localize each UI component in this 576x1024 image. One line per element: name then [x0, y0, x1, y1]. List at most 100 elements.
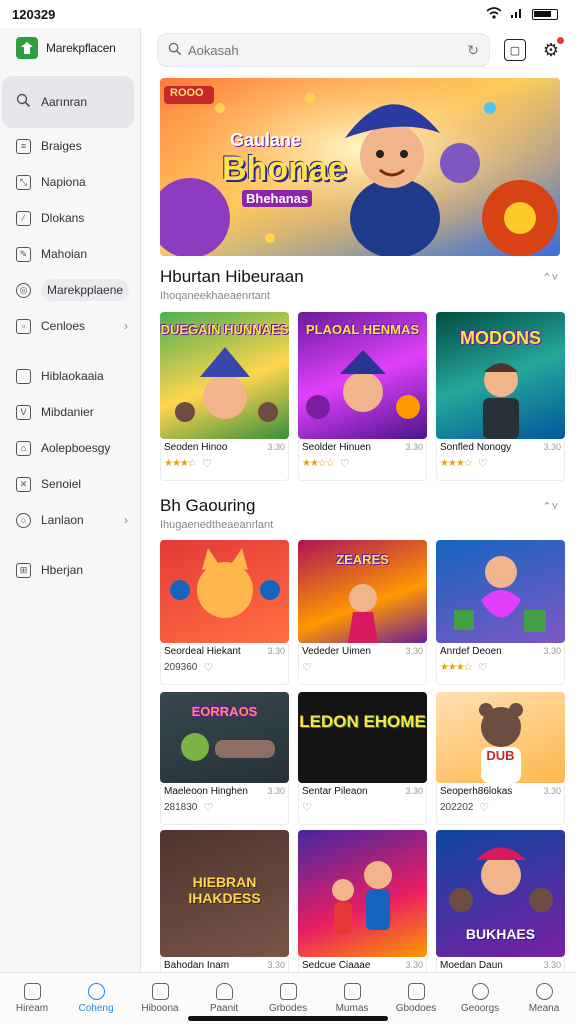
card-meta: Maeleoon Hinghen 3.30 281830 ♡ — [160, 783, 289, 825]
sidebar-item-hiblaokaaia[interactable]: Hiblaokaaia — [0, 358, 140, 394]
battery-icon — [532, 8, 558, 20]
card-meta: Sonfled Nonogy 3.30 ★★★☆ ♡ — [436, 439, 565, 481]
game-card[interactable]: EORRAOS Maeleoon Hinghen 3.30 281830 ♡ — [160, 692, 289, 825]
game-card[interactable]: LEDON EHOME Sentar Pileaon 3.30 ♡ — [298, 692, 427, 825]
sidebar-item-cenloes[interactable]: ▫ Cenloes › — [0, 308, 140, 344]
game-thumbnail: BUKHAES — [436, 830, 565, 957]
sidebar-item-search[interactable]: Aarınran — [2, 76, 134, 128]
sidebar-item-label: Napiona — [41, 175, 86, 189]
heart-icon[interactable]: ♡ — [302, 661, 312, 674]
store-logo-icon — [16, 37, 38, 59]
brand[interactable]: Marekpflacen — [0, 28, 140, 68]
game-name: Sentar Pileaon — [302, 786, 368, 797]
sidebar-item-mibdanier[interactable]: V Mibdanier — [0, 394, 140, 430]
nav-divider — [0, 344, 140, 358]
game-card[interactable]: Seordeal Hiekant 3.30 209360 ♡ — [160, 540, 289, 685]
game-name: Anrdef Deoen — [440, 646, 502, 657]
sidebar-item-dlokans[interactable]: ⁄ Dlokans — [0, 200, 140, 236]
tab-hiboona[interactable]: Hiboona — [128, 973, 192, 1024]
rating-stars: ★★☆☆ — [302, 458, 335, 469]
square-icon — [16, 368, 31, 384]
game-name: Vededer Uimen — [302, 646, 371, 657]
heart-icon[interactable]: ♡ — [479, 801, 489, 814]
game-downloads: 281830 — [164, 802, 198, 813]
game-card[interactable]: BUKHAES Moedan Daun 3.30 — [436, 830, 565, 972]
game-size: 3.30 — [543, 442, 561, 452]
tab-label: Hiboona — [141, 1003, 179, 1014]
image-icon — [151, 983, 169, 1000]
refresh-icon[interactable]: ↻ — [467, 42, 479, 59]
table-icon: ⊞ — [16, 562, 31, 578]
game-card[interactable]: MODONS Sonfled Nonogy 3.30 ★★★☆ ♡ — [436, 312, 565, 481]
tab-meana[interactable]: Meana — [512, 973, 576, 1024]
sidebar-item-lanlaon[interactable]: ○ Lanlaon › — [0, 502, 140, 538]
edit-icon: ⁄ — [16, 210, 31, 226]
game-name: Maeleoon Hinghen — [164, 786, 248, 797]
status-icons — [486, 6, 558, 22]
hero-title: Bhonae — [222, 150, 347, 188]
game-name: Moedan Daun — [440, 960, 503, 971]
game-card[interactable]: DUEGAIN HUNNAES Seoden Hinoo 3.30 ★★★☆ ♡ — [160, 312, 289, 481]
game-card[interactable]: HIEBRAN IHAKDESS Bahodan Inam 3.30 — [160, 830, 289, 972]
section-subtitle: Ihoqaneekhaeaenrtant — [160, 290, 271, 302]
home-icon: ⌂ — [16, 440, 31, 456]
sidebar-item-hberjan[interactable]: ⊞ Hberjan — [0, 552, 140, 588]
sidebar-item-label: Cenloes — [41, 319, 86, 333]
section-expand-icon[interactable]: ⌃˅ — [542, 271, 558, 284]
game-card[interactable]: DUB Seoperh86lokas 3.30 202202 ♡ — [436, 692, 565, 825]
search-input[interactable] — [188, 42, 462, 58]
game-size: 3.30 — [405, 442, 423, 452]
game-thumbnail: MODONS — [436, 312, 565, 439]
sidebar-item-senoiel[interactable]: ✕ Senoiel — [0, 466, 140, 502]
game-card[interactable]: Anrdef Deoen 3.30 ★★★☆ ♡ — [436, 540, 565, 685]
main-content: ROOO Gaulane Bhonae Bhehanas Hburtan Hib… — [141, 72, 576, 972]
sidebar-item-marketplace[interactable]: ◎ Marekpplaene — [0, 272, 140, 308]
game-card[interactable]: ZEARES Vededer Uimen 3.30 ♡ — [298, 540, 427, 685]
game-card[interactable]: Sedcue Ciaaae 3.30 — [298, 830, 427, 972]
card-meta: Seolder Hinuen 3.30 ★★☆☆ ♡ — [298, 439, 427, 481]
card-meta: Moedan Daun 3.30 — [436, 957, 565, 972]
game-card[interactable]: PLAOAL HENMAS Seolder Hinuen 3.30 ★★☆☆ ♡ — [298, 312, 427, 481]
card-meta: Anrdef Deoen 3.30 ★★★☆ ♡ — [436, 643, 565, 685]
thumbnail-title: LEDON EHOME — [299, 712, 426, 731]
thumbnail-title: BUKHAES — [465, 926, 536, 942]
circle-icon: ○ — [16, 512, 31, 528]
tab-label: Gbodoes — [395, 1003, 437, 1014]
notification-dot — [557, 37, 564, 44]
sidebar-item-napiona[interactable]: ⤡ Napiona — [0, 164, 140, 200]
sidebar-item-label: Senoiel — [41, 477, 82, 491]
sidebar-item-aolepboesgy[interactable]: ⌂ Aolepboesgy — [0, 430, 140, 466]
game-thumbnail: LEDON EHOME — [298, 692, 427, 783]
heart-icon[interactable]: ♡ — [202, 457, 212, 470]
section-expand-icon[interactable]: ⌃˅ — [542, 500, 558, 513]
sidebar-item-braiges[interactable]: ≡ Braiges — [0, 128, 140, 164]
tab-gbodoes[interactable]: Gbodoes — [384, 973, 448, 1024]
sidebar-item-mahoian[interactable]: ✎ Mahoian — [0, 236, 140, 272]
settings-button[interactable]: ⚙ — [540, 37, 564, 61]
heart-icon[interactable]: ♡ — [203, 661, 213, 674]
tab-coheng[interactable]: Coheng — [64, 973, 128, 1024]
game-size: 3.30 — [543, 786, 561, 796]
search-bar[interactable]: ↻ — [157, 33, 490, 67]
game-thumbnail — [436, 540, 565, 643]
heart-icon[interactable]: ♡ — [302, 801, 312, 814]
status-time: 120329 — [12, 6, 56, 22]
heart-icon[interactable]: ♡ — [203, 801, 213, 814]
tab-geoorgs[interactable]: Geoorgs — [448, 973, 512, 1024]
tab-label: Paanit — [209, 1003, 239, 1014]
card-meta: Bahodan Inam 3.30 — [160, 957, 289, 972]
tab-switcher-button[interactable]: ▢ — [504, 39, 526, 61]
heart-icon[interactable]: ♡ — [478, 457, 488, 470]
heart-icon[interactable]: ♡ — [478, 661, 488, 674]
mail-icon — [407, 983, 425, 1000]
game-name: Bahodan Inam — [164, 960, 230, 971]
game-size: 3.30 — [543, 960, 561, 970]
game-thumbnail — [160, 540, 289, 643]
game-downloads: 209360 — [164, 662, 198, 673]
home-indicator[interactable] — [188, 1016, 388, 1021]
hero-banner[interactable]: ROOO Gaulane Bhonae Bhehanas — [160, 78, 560, 256]
tab-label: Mumas — [335, 1003, 369, 1014]
tab-hiream[interactable]: Hiream — [0, 973, 64, 1024]
game-thumbnail: DUB — [436, 692, 565, 783]
heart-icon[interactable]: ♡ — [340, 457, 350, 470]
